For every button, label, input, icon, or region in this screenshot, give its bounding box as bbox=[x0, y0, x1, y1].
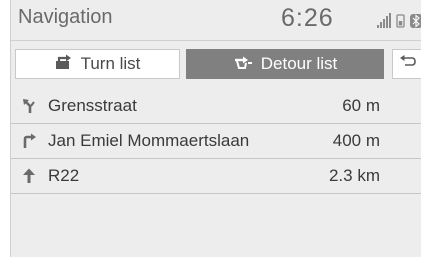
signal-bars-icon bbox=[377, 13, 391, 28]
back-button[interactable] bbox=[392, 49, 421, 79]
clock: 6:26 bbox=[281, 4, 334, 32]
route-street-name: Jan Emiel Mommaertslaan bbox=[48, 131, 250, 150]
keep-left-arrow-icon bbox=[21, 98, 37, 114]
route-street-name: Grensstraat bbox=[48, 96, 137, 115]
header-divider bbox=[11, 40, 421, 41]
turn-right-arrow-icon bbox=[21, 133, 37, 149]
route-row[interactable]: R22 2.3 km bbox=[11, 159, 421, 194]
screen-title: Navigation bbox=[18, 6, 113, 28]
phone-battery-icon bbox=[396, 14, 405, 28]
route-street-name: R22 bbox=[48, 166, 80, 185]
tab-turn-list[interactable]: Turn list bbox=[15, 49, 180, 79]
tab-turn-list-label: Turn list bbox=[80, 54, 141, 73]
back-arrow-icon bbox=[399, 54, 417, 74]
route-distance: 2.3 km bbox=[328, 166, 380, 185]
turn-list-icon bbox=[55, 54, 73, 75]
route-distance: 400 m bbox=[332, 131, 380, 150]
tab-detour-list-label: Detour list bbox=[260, 54, 338, 73]
route-distance: 60 m bbox=[342, 96, 380, 115]
straight-arrow-icon bbox=[21, 168, 37, 184]
detour-route-list: Grensstraat 60 m Jan Emiel Mommaertslaan… bbox=[11, 89, 421, 194]
navigation-screen: Navigation 6:26 Turn list Detour list Gr… bbox=[10, 0, 421, 257]
header-bar: Navigation 6:26 bbox=[11, 0, 421, 40]
status-icons bbox=[377, 13, 421, 29]
bluetooth-icon bbox=[410, 14, 421, 28]
route-row[interactable]: Grensstraat 60 m bbox=[11, 89, 421, 124]
detour-icon bbox=[233, 54, 253, 75]
route-row[interactable]: Jan Emiel Mommaertslaan 400 m bbox=[11, 124, 421, 159]
tab-detour-list[interactable]: Detour list bbox=[186, 49, 384, 79]
